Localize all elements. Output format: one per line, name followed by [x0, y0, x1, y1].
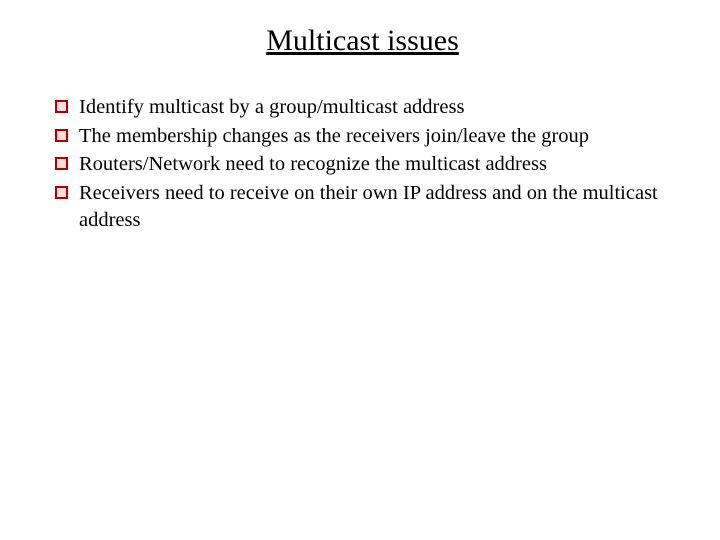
bullet-icon: [55, 157, 68, 170]
bullet-icon: [55, 100, 68, 113]
bullet-icon: [55, 129, 68, 142]
bullet-text: Receivers need to receive on their own I…: [79, 182, 658, 231]
bullet-icon: [55, 186, 68, 199]
bullet-list: Identify multicast by a group/multicast …: [55, 94, 670, 233]
bullet-text: The membership changes as the receivers …: [79, 125, 589, 147]
list-item: The membership changes as the receivers …: [55, 123, 670, 150]
bullet-text: Identify multicast by a group/multicast …: [79, 96, 464, 118]
list-item: Receivers need to receive on their own I…: [55, 180, 670, 233]
slide-title: Multicast issues: [55, 24, 670, 58]
bullet-text: Routers/Network need to recognize the mu…: [79, 153, 547, 175]
list-item: Routers/Network need to recognize the mu…: [55, 151, 670, 178]
list-item: Identify multicast by a group/multicast …: [55, 94, 670, 121]
